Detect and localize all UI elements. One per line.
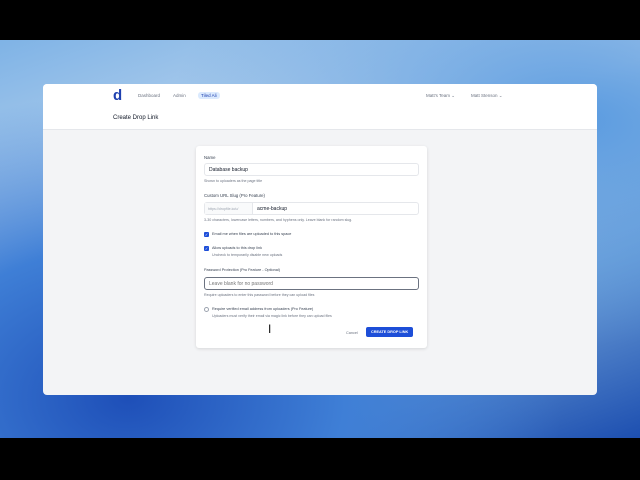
page-title: Create Drop Link [113, 115, 159, 121]
password-help: Require uploaders to enter this password… [204, 293, 315, 297]
create-drop-link-button[interactable]: CREATE DROP LINK [366, 327, 414, 337]
create-drop-link-form: Name Database backup Shown to uploaders … [196, 146, 427, 348]
user-name: Matt Stenson [471, 93, 498, 98]
allow-uploads-help: Uncheck to temporarily disable new uploa… [212, 253, 283, 257]
team-switcher[interactable]: Matt's Team ⌄ [426, 93, 455, 99]
password-label: Password Protection (Pro Feature - Optio… [204, 268, 280, 272]
top-nav: d Dashboard Admin Tiled Ali Matt's Team … [43, 84, 597, 130]
slug-label: Custom URL Slug (Pro Feature) [204, 193, 265, 198]
name-label: Name [204, 155, 216, 160]
slug-prefix: https://dropfile.io/u/ [205, 203, 253, 214]
allow-uploads-checkbox[interactable]: ✓ [204, 246, 209, 251]
nav-dashboard[interactable]: Dashboard [138, 93, 160, 98]
name-help: Shown to uploaders as the page title [204, 179, 263, 183]
email-notify-checkbox[interactable]: ✓ [204, 232, 209, 237]
allow-uploads-label: Allow uploads to this drop link [212, 246, 263, 250]
name-input[interactable]: Database backup [204, 163, 419, 176]
nav-admin[interactable]: Admin [173, 93, 186, 98]
browser-window: d Dashboard Admin Tiled Ali Matt's Team … [43, 84, 597, 395]
app-logo[interactable]: d [113, 88, 125, 103]
verify-email-label: Require verified email address from uplo… [212, 307, 314, 311]
team-name: Matt's Team [426, 93, 451, 98]
slug-help: 3-30 characters, lowercase letters, numb… [204, 218, 353, 222]
text-cursor-icon: I [268, 322, 272, 336]
password-input[interactable] [204, 277, 419, 290]
nav-active-item[interactable]: Tiled Ali [198, 92, 220, 99]
user-menu[interactable]: Matt Stenson ⌄ [471, 93, 503, 99]
email-notify-label: Email me when files are uploaded to this… [212, 232, 292, 236]
cancel-button[interactable]: Cancel [346, 331, 358, 335]
verify-email-help: Uploaders must verify their email via ma… [212, 314, 332, 318]
slug-input[interactable]: acme-backup [253, 203, 291, 214]
verify-email-checkbox[interactable] [204, 307, 209, 312]
slug-field: https://dropfile.io/u/ acme-backup [204, 202, 419, 215]
